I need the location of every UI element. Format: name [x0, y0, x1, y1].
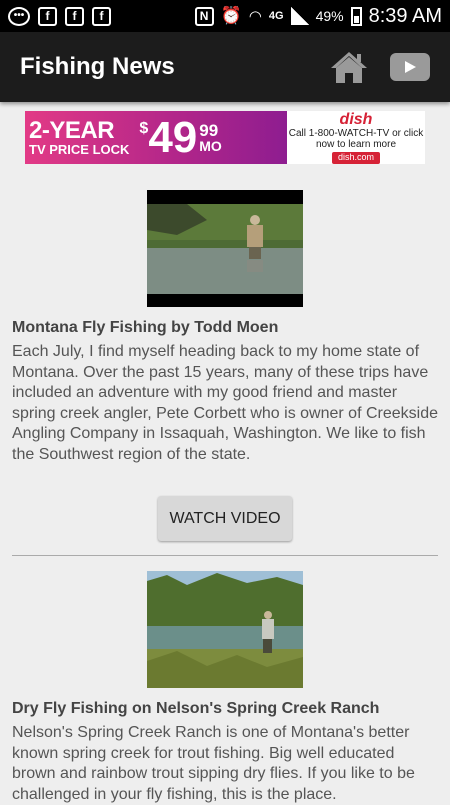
facebook-icon: f	[65, 6, 84, 26]
app-bar: Fishing News	[0, 32, 450, 102]
ad-subline: TV PRICE LOCK	[29, 142, 130, 157]
video-thumbnail[interactable]	[147, 190, 303, 307]
article-body: Nelson's Spring Creek Ranch is one of Mo…	[12, 724, 415, 803]
ad-url: dish.com	[331, 152, 380, 164]
network-type: 4G	[268, 10, 284, 22]
article-title[interactable]: Dry Fly Fishing on Nelson's Spring Creek…	[12, 700, 379, 718]
home-icon[interactable]	[330, 50, 368, 84]
article-body: Each July, I find myself heading back to…	[12, 343, 438, 463]
dish-logo: dish	[339, 111, 373, 128]
status-bar: ••• f f f N ⏰ ◠ 4G 49% 8:39 AM	[0, 0, 450, 32]
ad-price-panel: 2-YEAR TV PRICE LOCK $ 49 99 MO	[25, 111, 287, 164]
ad-cents: 99	[199, 121, 219, 140]
alarm-icon: ⏰	[220, 6, 242, 25]
watch-video-button[interactable]: WATCH VIDEO	[158, 496, 292, 541]
facebook-icon: f	[92, 6, 111, 26]
article-title[interactable]: Montana Fly Fishing by Todd Moen	[12, 319, 278, 337]
message-icon: •••	[8, 6, 30, 26]
ad-banner[interactable]: 2-YEAR TV PRICE LOCK $ 49 99 MO dish Cal…	[25, 111, 425, 164]
ad-per: MO	[199, 138, 222, 154]
ad-headline: 2-YEAR	[29, 117, 115, 144]
ad-cta: Call 1-800-WATCH-TV or click now to lear…	[288, 128, 424, 151]
clock: 8:39 AM	[368, 4, 442, 27]
signal-icon	[290, 7, 309, 25]
battery-icon	[350, 6, 362, 26]
ad-dollar: $	[139, 119, 149, 137]
battery-percent: 49%	[315, 8, 344, 24]
ad-cta-panel: dish Call 1-800-WATCH-TV or click now to…	[287, 111, 425, 164]
youtube-icon[interactable]	[390, 53, 430, 81]
wifi-icon: ◠	[248, 8, 262, 25]
video-thumbnail[interactable]	[147, 571, 303, 688]
app-title: Fishing News	[20, 53, 175, 80]
ad-price: 49	[148, 112, 198, 162]
facebook-icon: f	[38, 6, 57, 26]
divider	[12, 555, 438, 556]
nfc-icon: N	[194, 6, 214, 26]
